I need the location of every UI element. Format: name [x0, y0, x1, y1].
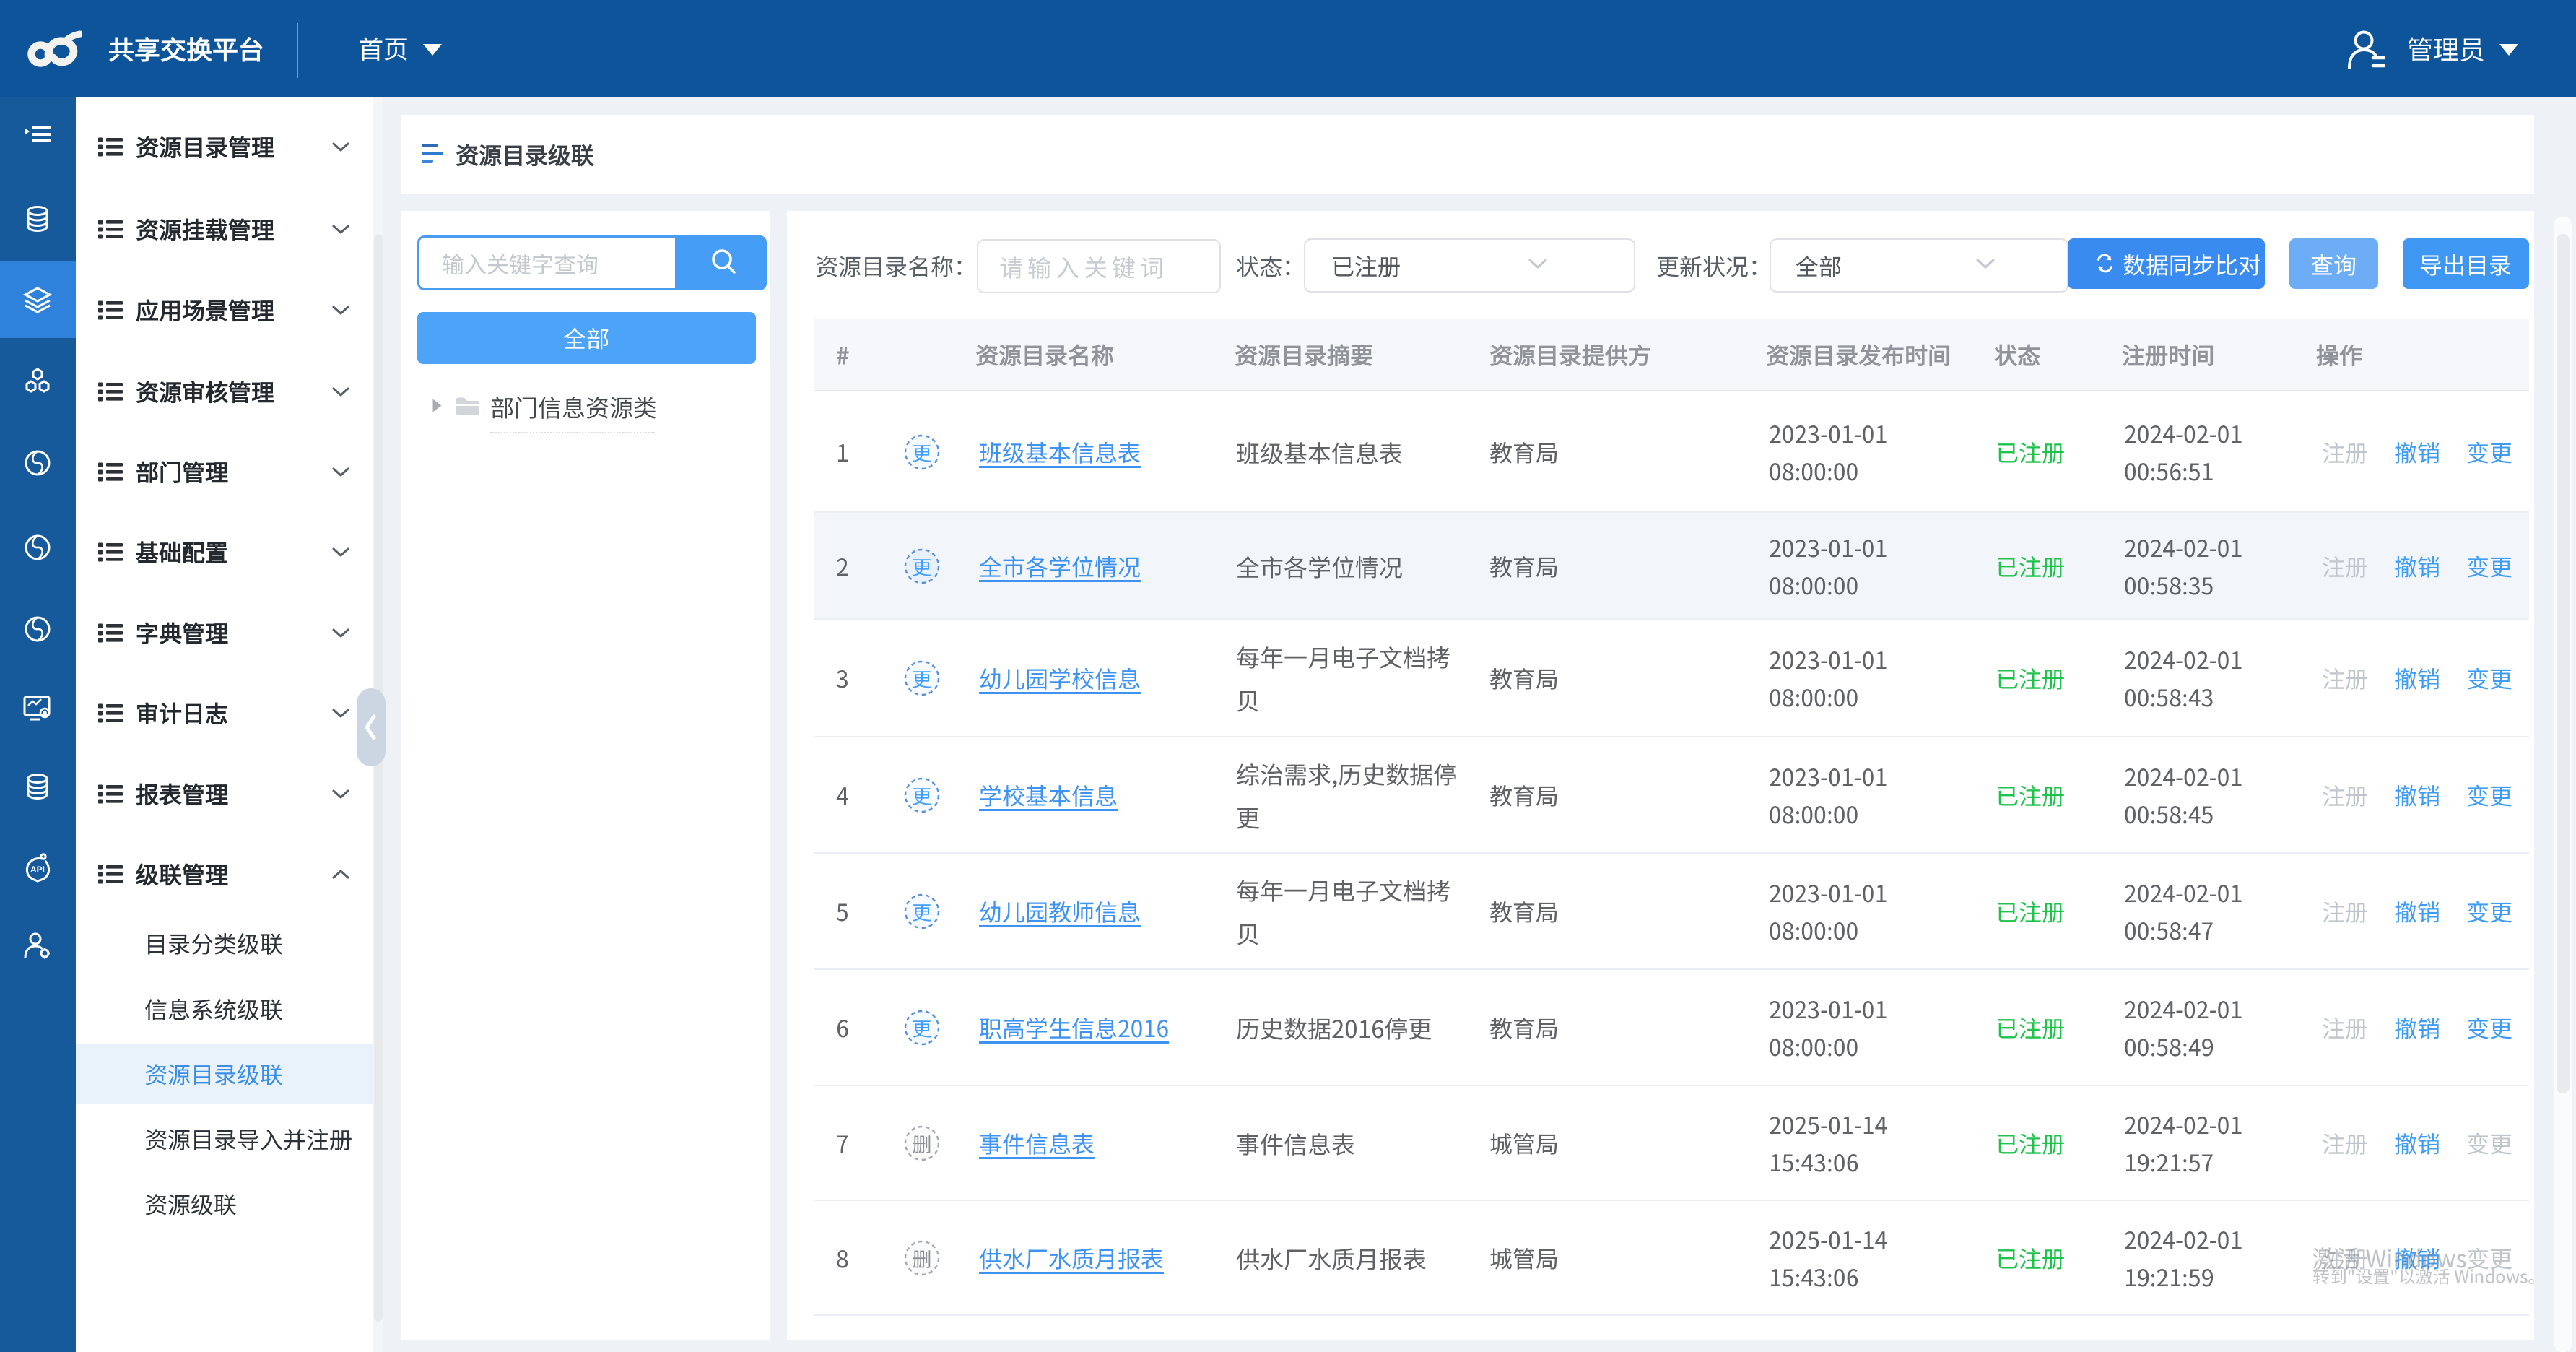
svg-text:API: API [30, 864, 45, 875]
